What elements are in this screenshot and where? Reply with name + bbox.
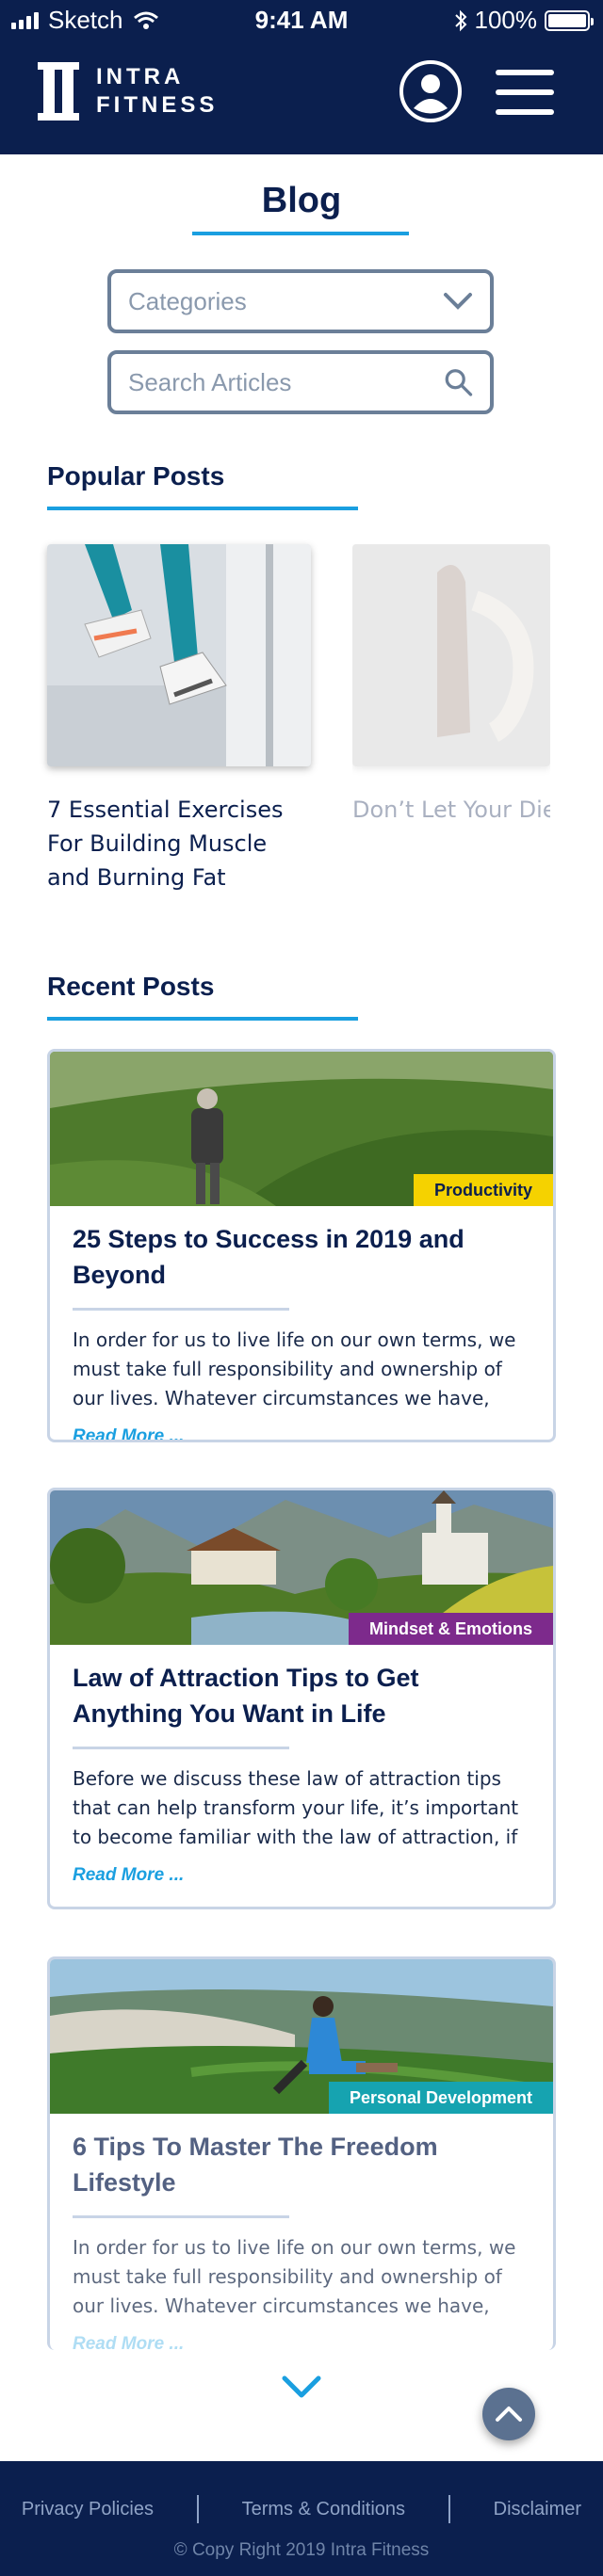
- load-more-chevron-icon[interactable]: [281, 2373, 322, 2401]
- post-title: Law of Attraction Tips to Get Anything Y…: [73, 1664, 419, 1728]
- category-badge: Mindset & Emotions: [348, 1613, 553, 1645]
- search-icon: [445, 369, 473, 396]
- post-image: Mindset & Emotions: [50, 1490, 553, 1645]
- recent-posts-heading: Recent Posts: [47, 972, 215, 1001]
- post-excerpt: In order for us to live life on our own …: [73, 1328, 516, 1409]
- popular-post-card[interactable]: Don’t Let Your Die Of You: [352, 544, 550, 827]
- footer-separator: [448, 2495, 450, 2523]
- title-divider: [73, 1747, 289, 1749]
- recent-posts-rule: [47, 1017, 358, 1021]
- site-footer: Privacy Policies Terms & Conditions Disc…: [0, 2461, 603, 2576]
- scroll-to-top-button[interactable]: [482, 2388, 535, 2440]
- brand-logo[interactable]: INTRA FITNESS: [38, 62, 218, 121]
- categories-label: Categories: [128, 286, 247, 315]
- read-more-link[interactable]: Read More ...: [73, 1426, 184, 1440]
- post-title: 25 Steps to Success in 2019 and Beyond: [73, 1225, 464, 1289]
- category-badge: Productivity: [413, 1174, 553, 1206]
- footer-separator: [196, 2495, 199, 2523]
- popular-post-title: 7 Essential Exercises For Building Muscl…: [47, 797, 284, 891]
- hamburger-icon: [496, 70, 554, 75]
- title-underline: [192, 232, 409, 235]
- search-input[interactable]: [128, 367, 444, 397]
- battery-percent: 100%: [474, 6, 538, 34]
- post-excerpt: Before we discuss these law of attractio…: [73, 1767, 519, 1848]
- title-divider: [73, 1308, 289, 1311]
- status-bar: Sketch 9:41 AM 100%: [0, 0, 603, 40]
- categories-dropdown[interactable]: Categories: [107, 269, 494, 333]
- menu-button[interactable]: [496, 70, 554, 115]
- app-header: Sketch 9:41 AM 100% INTRA FITNESS: [0, 0, 603, 154]
- popular-posts-rule: [47, 507, 358, 510]
- recent-post-card[interactable]: Productivity 25 Steps to Success in 2019…: [47, 1049, 556, 1442]
- search-field[interactable]: [107, 350, 494, 414]
- popular-posts-heading: Popular Posts: [47, 461, 225, 491]
- brand-name-line1: INTRA: [96, 64, 185, 89]
- footer-links: Privacy Policies Terms & Conditions Disc…: [0, 2495, 603, 2523]
- popular-post-card[interactable]: 7 Essential Exercises For Building Muscl…: [47, 544, 311, 894]
- read-more-link[interactable]: Read More ...: [73, 2334, 184, 2350]
- post-excerpt: In order for us to live life on our own …: [73, 2236, 516, 2317]
- post-image: Productivity: [50, 1052, 553, 1206]
- battery-icon: [545, 9, 594, 31]
- bluetooth-icon: [454, 9, 466, 31]
- page-title: Blog: [261, 181, 342, 220]
- category-badge: Personal Development: [328, 2082, 553, 2114]
- read-more-link[interactable]: Read More ...: [73, 1865, 184, 1886]
- post-thumbnail: [352, 544, 550, 766]
- popular-post-title: Don’t Let Your Die Of You: [352, 797, 550, 823]
- user-circle-icon: [414, 74, 448, 114]
- chevron-down-icon: [444, 293, 472, 310]
- copyright-text: © Copy Right 2019 Intra Fitness: [173, 2540, 430, 2560]
- recent-post-card[interactable]: Personal Development 6 Tips To Master Th…: [47, 1956, 556, 2350]
- profile-button[interactable]: [399, 60, 462, 122]
- post-image: Personal Development: [50, 1959, 553, 2114]
- chevron-up-icon: [496, 2407, 522, 2422]
- logo-mark-icon: [38, 62, 79, 121]
- disclaimer-link[interactable]: Disclaimer: [494, 2499, 581, 2520]
- title-divider: [73, 2215, 289, 2218]
- terms-conditions-link[interactable]: Terms & Conditions: [242, 2499, 405, 2520]
- post-thumbnail: [47, 544, 311, 766]
- post-title: 6 Tips To Master The Freedom Lifestyle: [73, 2133, 438, 2197]
- brand-name-line2: FITNESS: [96, 92, 219, 118]
- recent-post-card[interactable]: Mindset & Emotions Law of Attraction Tip…: [47, 1488, 556, 1909]
- privacy-policies-link[interactable]: Privacy Policies: [22, 2499, 154, 2520]
